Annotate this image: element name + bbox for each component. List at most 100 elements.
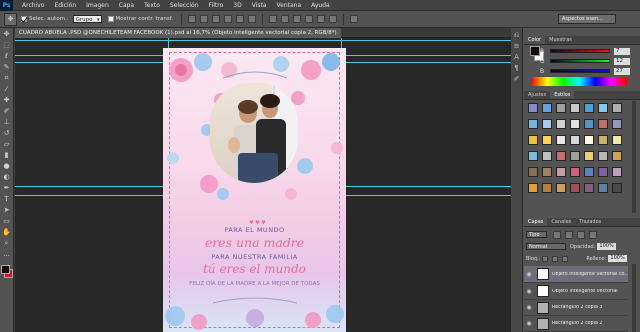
style-swatch[interactable]: [570, 119, 580, 129]
show-transform-checkbox[interactable]: [107, 16, 114, 22]
style-swatch[interactable]: [542, 119, 552, 129]
blend-mode-dropdown[interactable]: Normal: [526, 243, 566, 250]
style-swatch[interactable]: [598, 119, 608, 129]
tab-trazados[interactable]: Trazados: [575, 218, 605, 226]
style-swatch[interactable]: [584, 167, 594, 177]
style-swatch[interactable]: [598, 151, 608, 161]
r-value[interactable]: 7: [614, 47, 630, 55]
style-swatch[interactable]: [556, 183, 566, 193]
visibility-eye-icon[interactable]: ◉: [524, 304, 534, 311]
style-swatch[interactable]: [542, 167, 552, 177]
brush-tool-icon[interactable]: ✐: [2, 107, 12, 116]
layer-row[interactable]: ◉ Rectángulo 2 copia 3: [524, 300, 628, 316]
filter-type-icon[interactable]: [576, 230, 585, 239]
layer-row[interactable]: ◉ Objeto inteligente vectorial co...: [524, 266, 628, 283]
menu-ventana[interactable]: Ventana: [271, 2, 306, 9]
layer-filter-dropdown[interactable]: Tipo: [526, 231, 547, 238]
distribute-right-icon[interactable]: [329, 15, 338, 23]
menu-edicion[interactable]: Edición: [49, 2, 81, 9]
filter-shape-icon[interactable]: [588, 230, 597, 239]
style-swatch[interactable]: [542, 151, 552, 161]
menu-ayuda[interactable]: Ayuda: [306, 2, 335, 9]
menu-3d[interactable]: 3D: [228, 2, 246, 9]
dodge-tool-icon[interactable]: ◐: [2, 173, 12, 182]
menu-capa[interactable]: Capa: [114, 2, 139, 9]
distribute-left-icon[interactable]: [305, 15, 314, 23]
layers-scrollbar[interactable]: [632, 264, 636, 332]
filter-adjust-icon[interactable]: [564, 230, 573, 239]
fill-value[interactable]: 100%: [608, 255, 627, 262]
text-para-el-mundo[interactable]: PARA EL MUNDO: [163, 226, 346, 234]
distribute-top-icon[interactable]: [269, 15, 278, 23]
style-swatch[interactable]: [598, 167, 608, 177]
align-center-icon[interactable]: [236, 15, 245, 23]
foreground-color-swatch[interactable]: [1, 265, 10, 274]
character-icon[interactable]: A: [513, 53, 521, 61]
zoom-tool-icon[interactable]: ⌕: [2, 239, 12, 248]
history-icon[interactable]: ⎌: [513, 31, 521, 39]
style-swatch[interactable]: [584, 135, 594, 145]
move-tool-preset-icon[interactable]: ✥: [4, 12, 17, 26]
style-swatch[interactable]: [612, 135, 622, 145]
style-swatch[interactable]: [528, 119, 538, 129]
align-bottom-icon[interactable]: [212, 15, 221, 23]
lock-position-icon[interactable]: [552, 255, 559, 262]
r-slider[interactable]: [550, 49, 610, 53]
style-swatch[interactable]: [570, 167, 580, 177]
style-swatch[interactable]: [584, 151, 594, 161]
distribute-bottom-icon[interactable]: [293, 15, 302, 23]
align-top-icon[interactable]: [188, 15, 197, 23]
g-value[interactable]: 12: [614, 57, 630, 65]
layer-name[interactable]: Objeto inteligente vectorial: [552, 289, 618, 294]
tab-color[interactable]: Color: [524, 36, 546, 44]
tab-ajustes[interactable]: Ajustes: [524, 91, 550, 99]
g-slider[interactable]: [550, 59, 610, 63]
paragraph-icon[interactable]: ¶: [513, 64, 521, 72]
menu-vista[interactable]: Vista: [247, 2, 272, 9]
menu-imagen[interactable]: Imagen: [81, 2, 114, 9]
style-swatch[interactable]: [584, 103, 594, 113]
tab-muestras[interactable]: Muestras: [545, 36, 576, 44]
style-swatch[interactable]: [570, 135, 580, 145]
artwork-document[interactable]: ♥ ♥ ♥ PARA EL MUNDO eres una madre PARA …: [163, 48, 346, 332]
style-swatch[interactable]: [612, 183, 622, 193]
style-swatch[interactable]: [528, 135, 538, 145]
shape-tool-icon[interactable]: ▭: [2, 217, 12, 226]
style-swatch[interactable]: [528, 151, 538, 161]
style-swatch[interactable]: [584, 119, 594, 129]
style-swatch[interactable]: [556, 151, 566, 161]
layer-row[interactable]: ◉ Rectángulo 2 copia 2: [524, 316, 628, 332]
move-tool-icon[interactable]: ✥: [2, 30, 12, 39]
visibility-eye-icon[interactable]: ◉: [524, 271, 534, 278]
color-swatches[interactable]: [0, 265, 13, 287]
style-swatch[interactable]: [528, 183, 538, 193]
style-swatch[interactable]: [598, 183, 608, 193]
filter-pixel-icon[interactable]: [552, 230, 561, 239]
lasso-tool-icon[interactable]: ℓ: [2, 52, 12, 61]
history-brush-tool-icon[interactable]: ↺: [2, 129, 12, 138]
guide-horizontal[interactable]: [15, 40, 511, 41]
style-swatch[interactable]: [542, 183, 552, 193]
eyedropper-tool-icon[interactable]: ⁄: [2, 85, 12, 94]
marquee-tool-icon[interactable]: ⬚: [2, 41, 12, 50]
style-swatch[interactable]: [542, 103, 552, 113]
style-swatch[interactable]: [598, 135, 608, 145]
auto-select-dropdown[interactable]: Grupo: [72, 15, 102, 24]
path-select-tool-icon[interactable]: ➤: [2, 206, 12, 215]
layer-name[interactable]: Objeto inteligente vectorial co...: [552, 272, 628, 277]
layer-name[interactable]: Rectángulo 2 copia 3: [552, 305, 603, 310]
foreground-swatch[interactable]: [530, 46, 540, 56]
photoshop-logo[interactable]: Ps: [0, 0, 13, 11]
type-tool-icon[interactable]: T: [2, 195, 12, 204]
menu-seleccion[interactable]: Selección: [165, 2, 204, 9]
style-swatch[interactable]: [570, 183, 580, 193]
style-swatch[interactable]: [556, 135, 566, 145]
lock-all-icon[interactable]: [562, 255, 569, 262]
crop-tool-icon[interactable]: ⌗: [2, 74, 12, 83]
healing-brush-tool-icon[interactable]: ✚: [2, 96, 12, 105]
auto-align-icon[interactable]: [350, 15, 359, 23]
style-swatch[interactable]: [542, 135, 552, 145]
menu-texto[interactable]: Texto: [139, 2, 165, 9]
document-tab[interactable]: CUADRO ABUELA .PSD @ONECHILETEAM FACEBOO…: [15, 28, 341, 38]
styles-scrollbar[interactable]: [632, 101, 636, 213]
